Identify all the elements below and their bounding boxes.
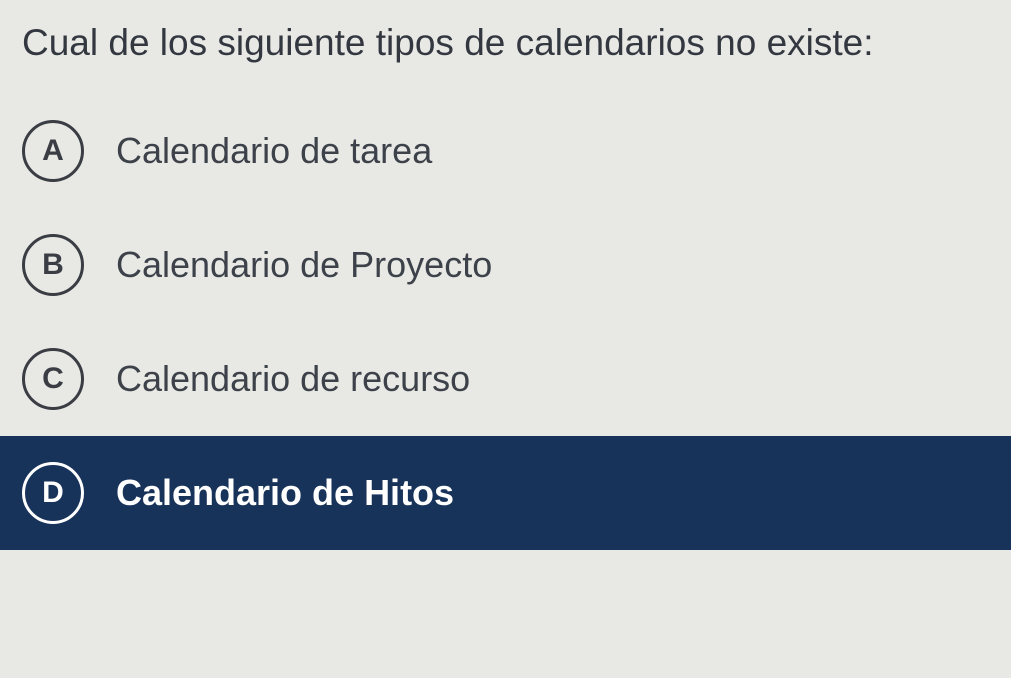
option-a-letter: A <box>22 120 84 182</box>
option-a-text: Calendario de tarea <box>116 130 432 172</box>
option-d-text: Calendario de Hitos <box>116 472 454 514</box>
option-a[interactable]: A Calendario de tarea <box>0 94 1011 208</box>
option-b-letter: B <box>22 234 84 296</box>
option-c-letter: C <box>22 348 84 410</box>
option-c-text: Calendario de recurso <box>116 358 470 400</box>
question-text: Cual de los siguiente tipos de calendari… <box>0 0 1011 94</box>
option-b[interactable]: B Calendario de Proyecto <box>0 208 1011 322</box>
option-d-letter: D <box>22 462 84 524</box>
options-list: A Calendario de tarea B Calendario de Pr… <box>0 94 1011 550</box>
option-b-text: Calendario de Proyecto <box>116 244 492 286</box>
option-c[interactable]: C Calendario de recurso <box>0 322 1011 436</box>
option-d[interactable]: D Calendario de Hitos <box>0 436 1011 550</box>
